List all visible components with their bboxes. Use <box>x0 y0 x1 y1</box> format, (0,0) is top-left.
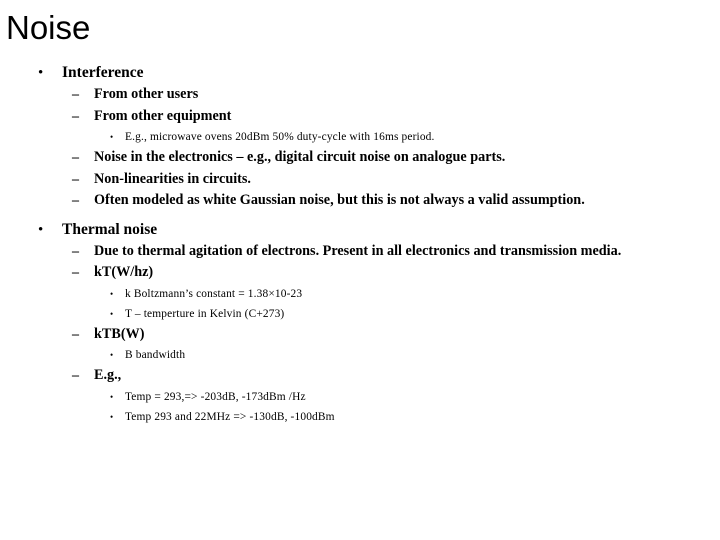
bullet-item-level2: – From other equipment <box>0 106 720 128</box>
bullet-item-level3: • Temp = 293,=> -203dB, -173dBm /Hz <box>0 387 720 407</box>
dash-bullet-icon: – <box>72 265 79 280</box>
bullet-text: Non-linearities in circuits. <box>94 170 251 187</box>
bullet-text: E.g., <box>94 367 122 383</box>
bullet-text: kT(W/hz) <box>94 264 154 280</box>
round-bullet-icon: • <box>110 288 114 299</box>
bullet-item-level3: • B bandwidth <box>0 345 720 365</box>
bullet-text: E.g., microwave ovens 20dBm 50% duty-cyc… <box>125 131 435 143</box>
dash-bullet-icon: – <box>72 87 79 102</box>
page-title: Noise <box>6 9 91 46</box>
round-bullet-icon: • <box>110 411 114 422</box>
bullet-text: k Boltzmann’s constant = 1.38×10-23 <box>125 287 303 300</box>
bullet-item-level2: – Due to thermal agitation of electrons. … <box>0 241 720 263</box>
bullet-text: From other users <box>94 86 199 102</box>
bullet-item-level2: – kTB(W) <box>0 324 720 346</box>
bullet-item-level2: – kT(W/hz) <box>0 262 720 284</box>
bullet-text: Often modeled as white Gaussian noise, b… <box>94 192 585 208</box>
bullet-item-level1: • Thermal noise <box>0 219 720 241</box>
slide-body-outline: • Interference – From other users – From othe… <box>0 62 720 427</box>
bullet-item-level1: • Interference <box>0 62 720 84</box>
dash-bullet-icon: – <box>72 150 79 165</box>
dash-bullet-icon: – <box>72 193 79 208</box>
bullet-item-level2: – Non-linearities in circuits. <box>0 169 720 191</box>
bullet-item-level2: – Noise in the electronics – e.g., digita… <box>0 147 720 169</box>
bullet-text: Temp 293 and 22MHz => -130dB, -100dBm <box>125 410 335 423</box>
bullet-text: kTB(W) <box>94 325 145 342</box>
slide-canvas: Noise • Interference – From other users – Fro… <box>0 0 720 540</box>
dash-bullet-icon: – <box>72 243 79 259</box>
bullet-text: Temp = 293,=> -203dB, -173dBm /Hz <box>125 390 306 403</box>
round-bullet-icon: • <box>110 391 114 402</box>
bullet-item-level3: • k Boltzmann’s constant = 1.38×10-23 <box>0 284 720 304</box>
round-bullet-icon: • <box>110 308 114 319</box>
bullet-text: From other equipment <box>94 107 232 124</box>
bullet-item-level2: – Often modeled as white Gaussian noise, … <box>0 190 720 212</box>
dash-bullet-icon: – <box>72 368 79 383</box>
bullet-item-level2: – From other users <box>0 84 720 106</box>
bullet-text: Thermal noise <box>62 220 158 238</box>
bullet-text: T – temperture in Kelvin (C+273) <box>125 307 285 320</box>
bullet-text: Noise in the electronics – e.g., digital… <box>94 149 506 165</box>
round-bullet-icon: • <box>110 132 114 142</box>
bullet-text: B bandwidth <box>125 349 186 361</box>
dash-bullet-icon: – <box>72 171 79 187</box>
bullet-text: Interference <box>62 64 144 81</box>
bullet-text: Due to thermal agitation of electrons. P… <box>94 242 622 259</box>
bullet-item-level3: • E.g., microwave ovens 20dBm 50% duty-cy… <box>0 127 720 147</box>
bullet-item-level2: – E.g., <box>0 365 720 387</box>
round-bullet-icon: • <box>110 350 114 360</box>
dash-bullet-icon: – <box>72 326 79 342</box>
round-bullet-icon: • <box>38 65 44 81</box>
bullet-item-level3: • T – temperture in Kelvin (C+273) <box>0 304 720 324</box>
round-bullet-icon: • <box>38 221 44 238</box>
bullet-item-level3: • Temp 293 and 22MHz => -130dB, -100dBm <box>0 407 720 427</box>
dash-bullet-icon: – <box>72 108 79 124</box>
